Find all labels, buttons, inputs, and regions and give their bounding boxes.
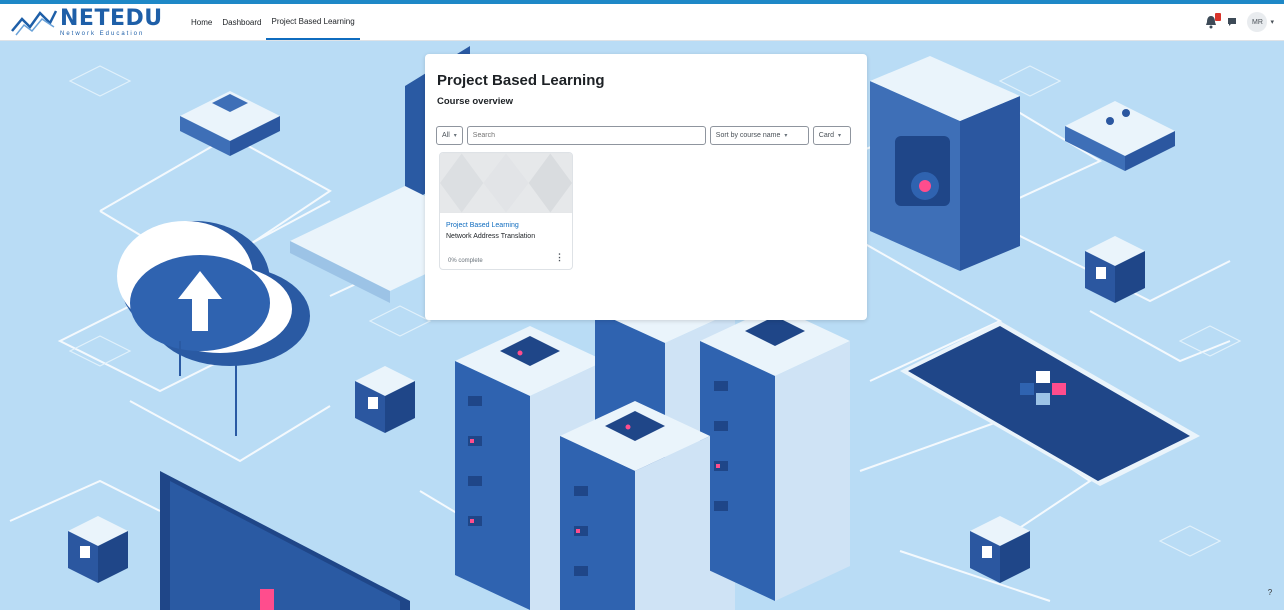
course-filters: All ▾ Sort by course name ▾ Card ▾ — [436, 126, 856, 145]
notifications-button[interactable] — [1205, 13, 1222, 29]
chevron-down-icon: ▾ — [837, 133, 841, 139]
nav-current-course[interactable]: Project Based Learning — [266, 4, 360, 40]
view-dropdown[interactable]: Card ▾ — [812, 126, 851, 145]
page-title: Project Based Learning — [437, 72, 605, 89]
chevron-down-icon: ▾ — [453, 133, 457, 139]
brand-name: NETEDU — [60, 5, 163, 31]
course-progress-text: 0% complete — [448, 258, 483, 264]
grouping-dropdown[interactable]: All ▾ — [436, 126, 463, 145]
more-options-icon[interactable]: ⋮ — [555, 253, 564, 262]
messages-icon[interactable] — [1227, 17, 1237, 27]
grouping-label: All — [442, 132, 450, 139]
course-category-link[interactable]: Project Based Learning — [446, 222, 519, 229]
nav-home[interactable]: Home — [186, 4, 217, 40]
primary-navigation: Home Dashboard Project Based Learning — [186, 4, 360, 40]
top-navbar: NETEDU Network Education Home Dashboard … — [0, 0, 1284, 41]
navbar-actions: MR ▾ — [1205, 12, 1274, 32]
netedu-logo-icon — [11, 10, 58, 36]
user-menu[interactable]: MR ▾ — [1247, 12, 1274, 32]
sort-dropdown[interactable]: Sort by course name ▾ — [709, 126, 809, 145]
chevron-down-icon: ▾ — [1270, 19, 1274, 26]
brand-tagline: Network Education — [60, 30, 145, 37]
course-name: Network Address Translation — [446, 233, 536, 240]
notification-badge — [1215, 13, 1222, 21]
sort-label: Sort by course name — [715, 132, 781, 139]
view-label: Card — [818, 132, 834, 139]
search-input[interactable] — [466, 126, 706, 145]
avatar: MR — [1247, 12, 1268, 32]
section-title: Course overview — [437, 96, 514, 107]
course-card[interactable]: Project Based Learning Network Address T… — [439, 152, 573, 270]
site-logo[interactable]: NETEDU Network Education — [10, 5, 170, 39]
help-button[interactable]: ? — [1262, 584, 1278, 600]
course-overview-card: Project Based Learning Course overview A… — [425, 54, 867, 320]
course-image — [440, 153, 572, 213]
nav-dashboard[interactable]: Dashboard — [217, 4, 266, 40]
chevron-down-icon: ▾ — [784, 133, 788, 139]
